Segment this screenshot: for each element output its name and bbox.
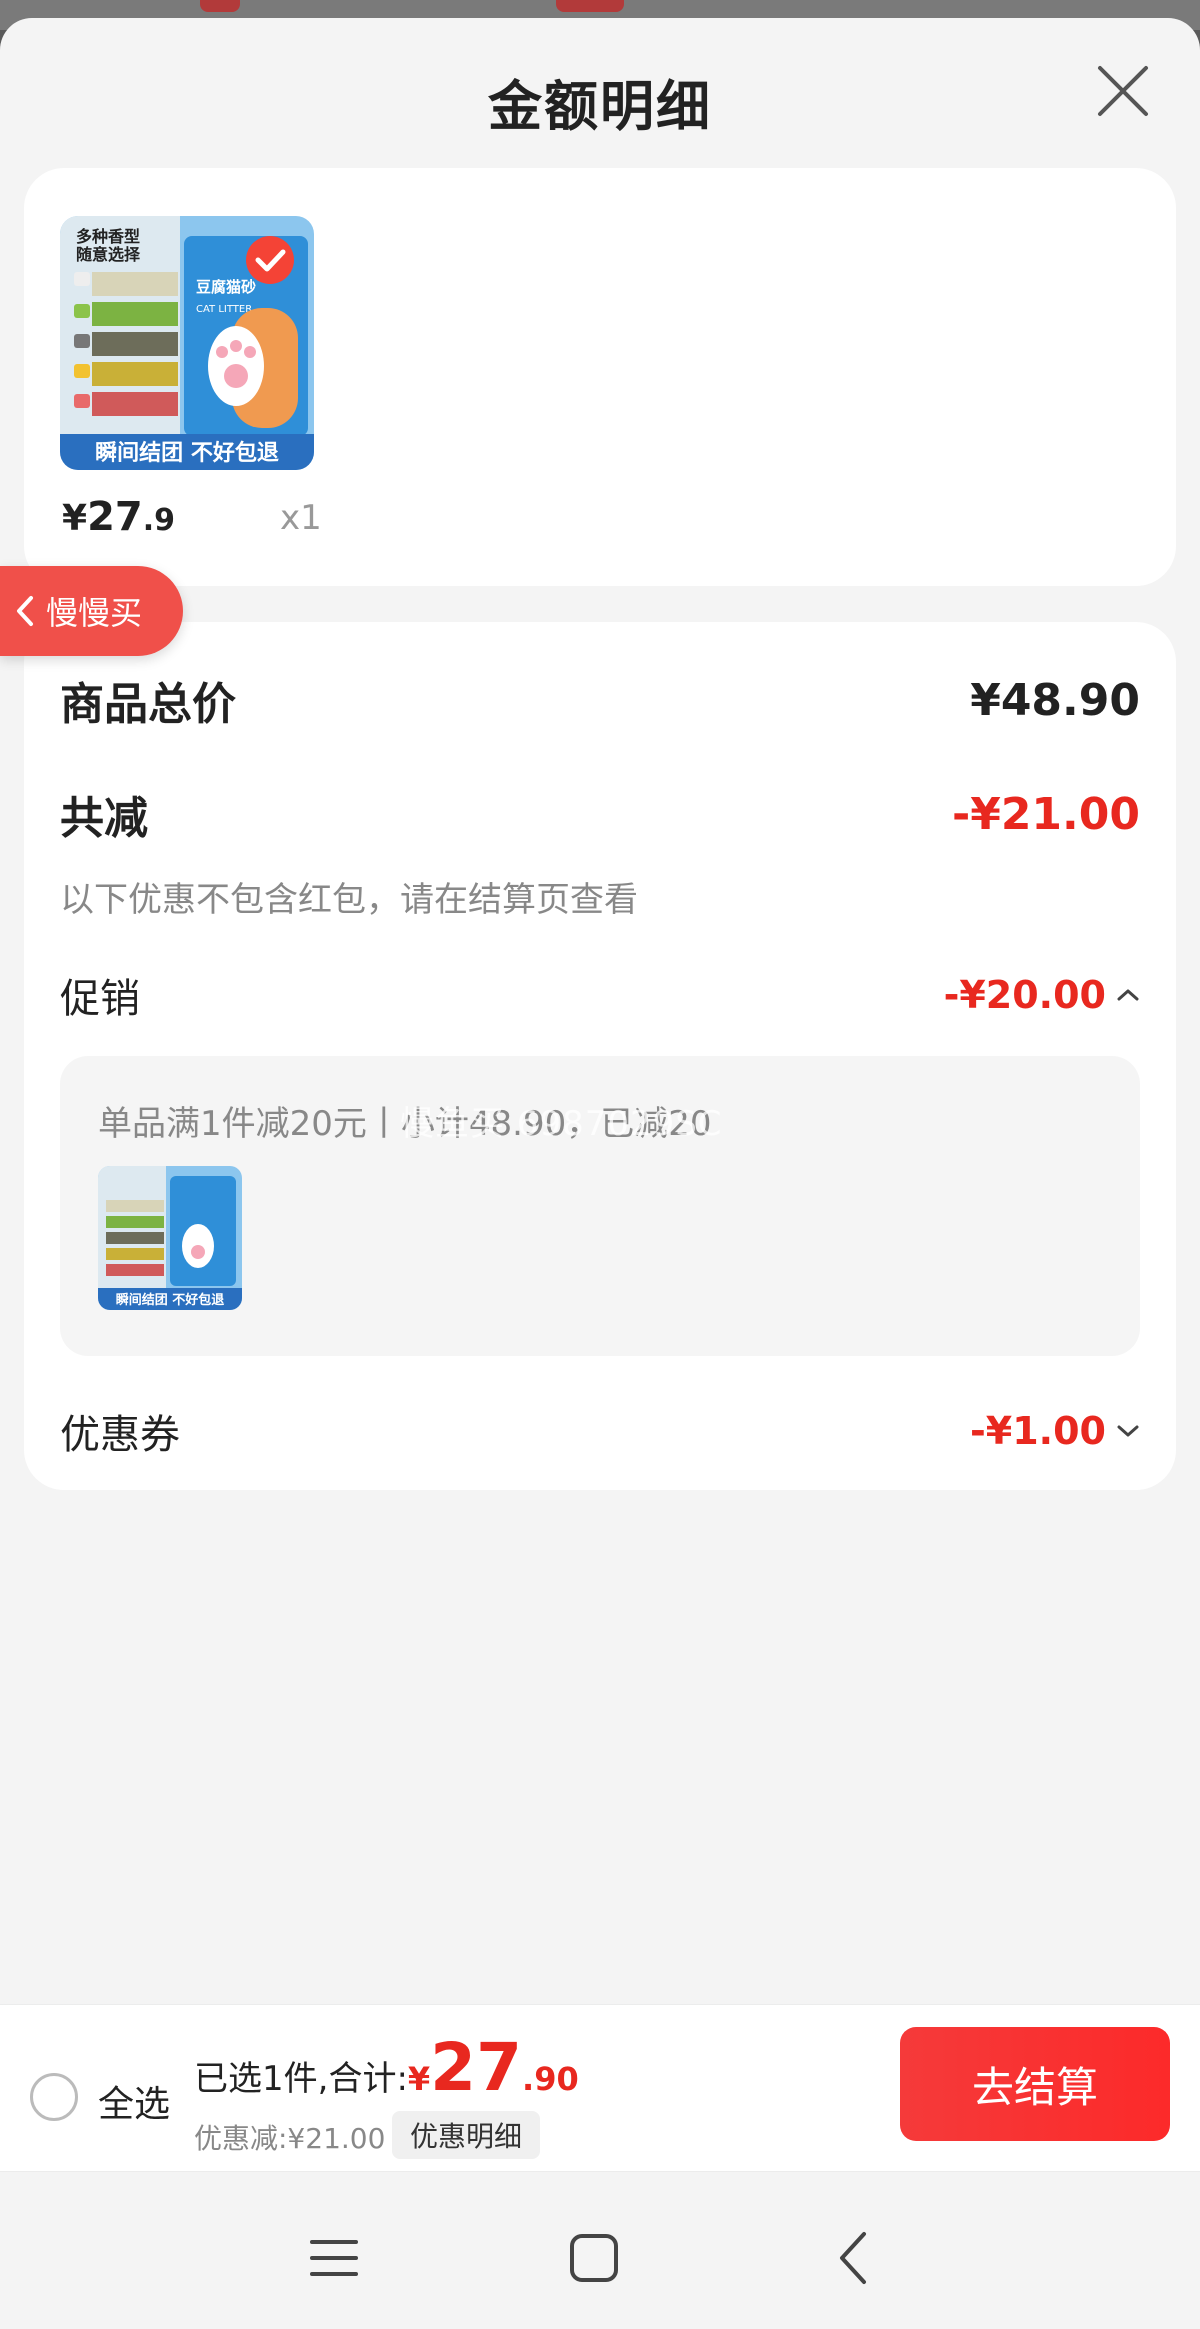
chevron-up-icon [1117,989,1139,1001]
sheet-title: 金额明细 [488,75,712,138]
promo-toggle[interactable]: -¥20.00 [944,973,1140,1017]
total-price-row: 商品总价 ¥48.90 [60,668,1140,732]
back-icon[interactable] [826,2230,882,2286]
product-image-graphic: 多种香型 随意选择 豆腐猫砂 CAT LITTER 瞬间结团 不好包退 [60,216,314,470]
reduce-row: 共减 -¥21.00 [60,782,1140,846]
total-integer: 27 [430,2029,523,2106]
menu-icon[interactable] [306,2230,362,2286]
reduce-value: -¥21.00 [951,788,1140,840]
checkout-button[interactable]: 去结算 [900,2027,1170,2141]
total-decimal: .90 [522,2060,579,2098]
product-card: 多种香型 随意选择 豆腐猫砂 CAT LITTER 瞬间结团 不好包退 ¥27.… [24,168,1176,586]
close-icon [1098,66,1148,116]
total-price-value: ¥48.90 [970,674,1140,726]
total-summary: 已选1件,合计: ¥ 27 .90 [194,2029,579,2106]
coupon-value: -¥1.00 [970,1409,1106,1453]
status-icon [556,0,624,12]
promo-product-image: 瞬间结团 不好包退 [98,1166,242,1310]
promo-row[interactable]: 促销 -¥20.00 [60,966,1140,1024]
product-image[interactable]: 多种香型 随意选择 豆腐猫砂 CAT LITTER 瞬间结团 不好包退 [60,216,314,470]
amount-detail-sheet: 金额明细 多种香型 随意选择 豆腐猫砂 CAT LITTER 瞬间结团 不好包退… [0,18,1200,2329]
chevron-left-icon [17,596,33,626]
sheet-header: 金额明细 [0,18,1200,168]
promo-value: -¥20.00 [943,973,1106,1017]
coupon-label: 优惠券 [60,1412,180,1458]
coupon-toggle[interactable]: -¥1.00 [970,1409,1140,1453]
watermark: 慢鱼买 6987029SC [400,1104,723,1144]
coupon-row[interactable]: 优惠券 -¥1.00 [60,1402,1140,1460]
total-currency: ¥ [407,2060,431,2098]
promo-product-graphic: 瞬间结团 不好包退 [98,1166,242,1310]
total-price-label: 商品总价 [60,679,236,730]
status-icon [200,0,240,12]
svg-text:CAT LITTER: CAT LITTER [196,304,252,315]
close-button[interactable] [1096,64,1150,118]
svg-text:瞬间结团 不好包退: 瞬间结团 不好包退 [95,440,279,466]
reduce-label: 共减 [60,793,148,844]
promo-label: 促销 [60,976,140,1022]
select-all-label[interactable]: 全选 [98,2075,170,2127]
slow-buy-badge[interactable]: 慢慢买 [0,566,183,656]
chevron-down-icon [1117,1425,1139,1437]
svg-text:瞬间结团 不好包退: 瞬间结团 不好包退 [116,1292,225,1308]
checkout-bar: 全选 已选1件,合计: ¥ 27 .90 优惠减:¥21.00 优惠明细 去结算 [0,2004,1200,2172]
svg-text:多种香型: 多种香型 [76,227,140,246]
product-quantity: x1 [280,498,322,538]
svg-text:豆腐猫砂: 豆腐猫砂 [196,278,256,296]
discount-detail-button[interactable]: 优惠明细 [392,2111,541,2159]
discount-summary: 优惠减:¥21.00 [194,2122,386,2155]
reduce-note: 以下优惠不包含红包，请在结算页查看 [60,880,638,920]
select-all-checkbox[interactable] [30,2073,78,2121]
product-price: ¥27.9 [62,494,176,540]
svg-text:随意选择: 随意选择 [76,245,141,264]
slow-buy-label: 慢慢买 [46,594,143,632]
selected-count-text: 已选1件,合计: [194,2059,408,2099]
system-nav-bar [0,2172,1200,2329]
price-detail-card: 商品总价 ¥48.90 共减 -¥21.00 以下优惠不包含红包，请在结算页查看… [24,622,1176,1490]
home-icon[interactable] [566,2230,622,2286]
